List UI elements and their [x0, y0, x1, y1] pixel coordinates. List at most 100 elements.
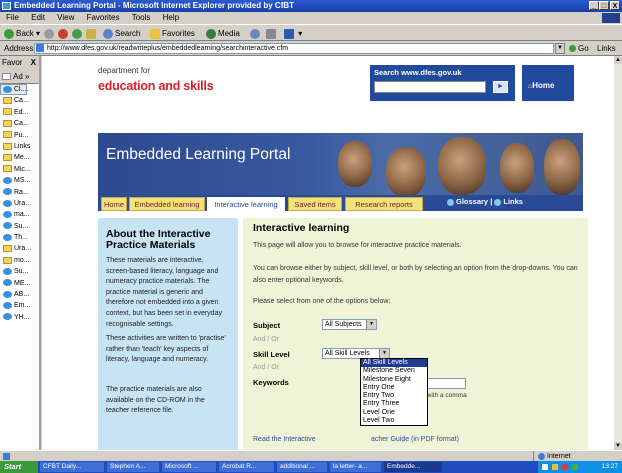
- menu-file[interactable]: File: [6, 13, 19, 22]
- menu-view[interactable]: View: [57, 13, 74, 22]
- site-search-input[interactable]: [374, 81, 486, 93]
- menu-bar: File Edit View Favorites Tools Help: [0, 12, 622, 24]
- favorite-item[interactable]: Cl...: [0, 84, 28, 95]
- taskbar-button[interactable]: la letter- a...: [330, 462, 381, 472]
- media-toolbar-button[interactable]: Media: [206, 25, 240, 42]
- dfes-logo[interactable]: education and skills: [98, 79, 214, 93]
- back-button[interactable]: Back ▾: [4, 25, 40, 42]
- skill-level-option[interactable]: Milestone Seven: [361, 367, 427, 375]
- favorite-item[interactable]: Me...: [0, 152, 39, 163]
- skill-level-option[interactable]: Entry Three: [361, 400, 427, 408]
- favorite-item[interactable]: Pu...: [0, 130, 39, 141]
- history-icon: [250, 28, 260, 39]
- tab-research-reports[interactable]: Research reports: [345, 197, 423, 211]
- tray-icon[interactable]: [562, 464, 568, 470]
- favorite-item[interactable]: mo...: [0, 255, 39, 266]
- favorite-item[interactable]: ma...: [0, 209, 39, 220]
- favorite-item[interactable]: Su...: [0, 221, 39, 232]
- mail-button[interactable]: [266, 25, 278, 42]
- home-icon: [86, 28, 96, 39]
- favorite-item[interactable]: Em...: [0, 300, 39, 311]
- start-button[interactable]: Start: [0, 461, 38, 473]
- skill-level-option[interactable]: Level One: [361, 409, 427, 417]
- favorite-item[interactable]: Ura...: [0, 243, 39, 254]
- refresh-button[interactable]: [72, 25, 84, 42]
- glossary-link[interactable]: Glossary: [447, 197, 488, 206]
- taskbar-button[interactable]: CFBT Daily...: [40, 462, 104, 472]
- favorite-item[interactable]: Mic...: [0, 164, 39, 175]
- favorite-item[interactable]: Ura...: [0, 198, 39, 209]
- favorite-item[interactable]: Ca...: [0, 118, 39, 129]
- favorites-toolbar-button[interactable]: Favorites: [150, 25, 195, 42]
- magnifier-icon: [103, 28, 113, 39]
- favorite-item[interactable]: Ed...: [0, 107, 39, 118]
- portal-banner: Embedded Learning Portal: [98, 133, 583, 195]
- skill-level-option[interactable]: Milestone Eight: [361, 376, 427, 384]
- page-icon: [3, 210, 12, 218]
- favorite-item[interactable]: AB...: [0, 289, 39, 300]
- taskbar-button[interactable]: Acrobat R...: [219, 462, 274, 472]
- tray-icon[interactable]: [552, 464, 558, 470]
- forward-arrow-icon: [44, 28, 54, 39]
- folder-icon: [3, 142, 12, 150]
- favorite-item[interactable]: Links: [0, 141, 39, 152]
- links-button[interactable]: Links: [597, 41, 616, 56]
- taskbar-button[interactable]: additional ...: [277, 462, 327, 472]
- tab-home[interactable]: Home: [101, 197, 127, 211]
- go-button[interactable]: Go: [569, 41, 589, 56]
- minimize-button[interactable]: _: [589, 1, 599, 10]
- close-button[interactable]: X: [610, 1, 620, 10]
- tray-icon[interactable]: [542, 464, 548, 470]
- taskbar-button[interactable]: Microsoft ...: [162, 462, 216, 472]
- window-title-bar[interactable]: Embedded Learning Portal - Microsoft Int…: [0, 0, 622, 12]
- favorite-item[interactable]: YH...: [0, 312, 39, 323]
- page-icon: [3, 188, 12, 196]
- menu-edit[interactable]: Edit: [31, 13, 45, 22]
- main-title: Interactive learning: [253, 222, 350, 234]
- maximize-button[interactable]: □: [599, 1, 609, 10]
- favorite-item[interactable]: Ca...: [0, 95, 39, 106]
- home-link[interactable]: ⌂Home: [528, 81, 554, 90]
- vertical-scrollbar[interactable]: ▲ ▼: [614, 56, 622, 450]
- menu-tools[interactable]: Tools: [132, 13, 151, 22]
- scroll-up-button[interactable]: ▲: [614, 56, 622, 64]
- favorite-item[interactable]: ME...: [0, 278, 39, 289]
- skill-level-option[interactable]: Entry Two: [361, 392, 427, 400]
- add-icon: [2, 73, 11, 81]
- teacher-guide-link-tail[interactable]: acher Guide (in PDF format): [371, 436, 459, 443]
- menu-help[interactable]: Help: [163, 13, 179, 22]
- links-link[interactable]: Links: [494, 197, 523, 206]
- tab-interactive-learning[interactable]: Interactive learning: [207, 197, 285, 211]
- favorite-item[interactable]: Su...: [0, 266, 39, 277]
- home-toolbar-button[interactable]: [86, 25, 98, 42]
- teacher-guide-link[interactable]: Read the Interactive: [253, 436, 316, 443]
- address-dropdown-button[interactable]: ▼: [555, 43, 565, 54]
- skill-level-option[interactable]: Entry One: [361, 384, 427, 392]
- add-favorite-button[interactable]: Ad »: [0, 70, 39, 84]
- site-search-go-button[interactable]: ►: [493, 81, 508, 93]
- tray-icon[interactable]: [572, 464, 578, 470]
- taskbar-button[interactable]: Embedde...: [384, 462, 442, 472]
- favorite-item[interactable]: Th...: [0, 232, 39, 243]
- close-pane-button[interactable]: X: [31, 56, 36, 70]
- skill-level-option[interactable]: All Skill Levels: [361, 359, 427, 368]
- skill-level-option[interactable]: Level Two: [361, 417, 427, 425]
- favorite-item[interactable]: MS...: [0, 175, 39, 186]
- forward-button[interactable]: [44, 25, 56, 42]
- menu-favorites[interactable]: Favorites: [87, 13, 120, 22]
- and-or-label: And / Or: [253, 336, 280, 343]
- search-toolbar-button[interactable]: Search: [103, 25, 140, 42]
- chevron-down-icon: ▼: [366, 320, 376, 329]
- taskbar-button[interactable]: Stephen A...: [107, 462, 159, 472]
- favorite-item[interactable]: Ra...: [0, 187, 39, 198]
- subject-select[interactable]: All Subjects ▼: [322, 319, 377, 330]
- stop-button[interactable]: [58, 25, 70, 42]
- toolbar: Back ▾ Search Favorites Media ▾: [0, 24, 622, 41]
- ie-icon: [2, 2, 11, 10]
- scroll-down-button[interactable]: ▼: [614, 442, 622, 450]
- tab-saved-items[interactable]: Saved items: [288, 197, 342, 211]
- address-input[interactable]: http://www.dfes.gov.uk/readwriteplus/emb…: [34, 43, 554, 54]
- tab-embedded-learning[interactable]: Embedded learning: [129, 197, 205, 211]
- word-button[interactable]: ▾: [284, 25, 302, 42]
- history-button[interactable]: [250, 25, 262, 42]
